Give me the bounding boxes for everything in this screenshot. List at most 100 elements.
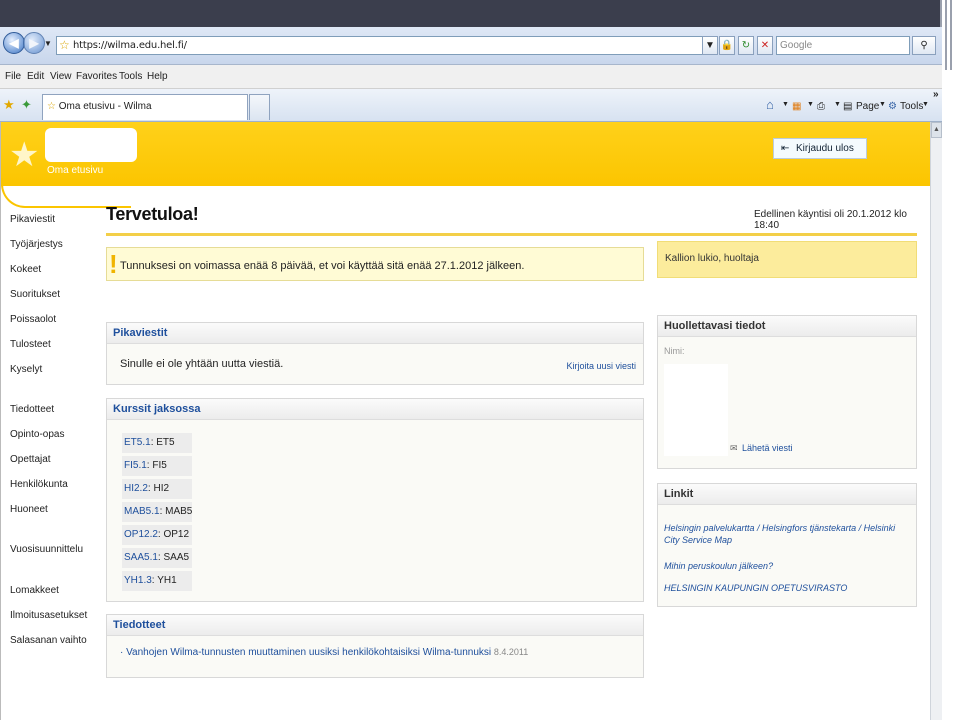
notice-text: Tunnuksesi on voimassa enää 8 päivää, et… [120, 260, 525, 272]
sidebar-item-salasanan-vaihto[interactable]: Salasanan vaihto [10, 635, 87, 646]
course-item: SAA5.1: SAA5 [122, 548, 192, 568]
course-item: ET5.1: ET5 [122, 433, 192, 453]
news-item-date: 8.4.2011 [493, 647, 529, 657]
course-item: FI5.1: FI5 [122, 456, 192, 476]
write-message-link[interactable]: Kirjoita uusi viesti [566, 361, 636, 371]
home-label[interactable]: Oma etusivu [47, 165, 103, 176]
address-bar[interactable]: ☆ https://wilma.edu.hel.fi/ [56, 36, 716, 55]
sidebar-item-poissaolot[interactable]: Poissaolot [10, 314, 56, 325]
link-after-school[interactable]: Mihin peruskoulun jälkeen? [664, 561, 773, 571]
sidebar-item-tiedotteet[interactable]: Tiedotteet [10, 404, 54, 415]
messages-empty-text: Sinulle ei ole yhtään uutta viestiä. [120, 358, 284, 370]
news-item-link[interactable]: Vanhojen Wilma-tunnusten muuttaminen uus… [126, 647, 491, 658]
search-input[interactable]: Google [776, 36, 910, 55]
feeds-dropdown-icon[interactable]: ▼ [807, 101, 814, 108]
user-role-banner: Kallion lukio, huoltaja [657, 241, 917, 278]
course-code[interactable]: OP12.2 [124, 529, 158, 540]
redacted-name [664, 364, 728, 456]
feeds-icon[interactable]: ▦ [792, 101, 801, 112]
guardian-panel: Huollettavasi tiedot Nimi: ✉ Lähetä vies… [657, 315, 917, 469]
tools-dropdown-icon[interactable]: ▼ [922, 101, 929, 108]
course-name: FI5 [152, 460, 167, 471]
print-dropdown-icon[interactable]: ▼ [834, 101, 841, 108]
envelope-icon: ✉ [730, 443, 738, 453]
search-icon[interactable]: ⚲ [912, 36, 936, 55]
course-name: YH1 [157, 575, 177, 586]
slide-top-bar [0, 0, 960, 27]
link-service-map[interactable]: Helsingin palvelukartta / Helsingfors tj… [664, 522, 908, 546]
forward-icon[interactable]: ▶ [23, 32, 45, 54]
course-item: HI2.2: HI2 [122, 479, 192, 499]
account-expiry-notice: ! Tunnuksesi on voimassa enää 8 päivää, … [106, 247, 644, 281]
lock-icon[interactable]: 🔒 [719, 36, 735, 55]
page-menu[interactable]: Page [856, 101, 879, 112]
scroll-up-icon[interactable]: ▲ [931, 122, 942, 138]
warning-icon: ! [109, 249, 118, 279]
courses-panel: Kurssit jaksossa ET5.1: ET5 FI5.1: FI5 H… [106, 398, 644, 602]
course-name: ET5 [156, 437, 175, 448]
course-code[interactable]: ET5.1 [124, 437, 151, 448]
favorites-star-icon[interactable]: ★ [3, 97, 15, 113]
news-title[interactable]: Tiedotteet [107, 615, 643, 636]
menu-edit[interactable]: Edit [27, 71, 44, 82]
sidebar-item-opettajat[interactable]: Opettajat [10, 454, 51, 465]
tab-oma-etusivu[interactable]: ☆ Oma etusivu - Wilma [42, 94, 248, 120]
course-code[interactable]: SAA5.1 [124, 552, 158, 563]
home-icon[interactable]: ⌂ [766, 97, 774, 112]
history-dropdown-icon[interactable]: ▼ [44, 39, 52, 48]
menu-bar: File Edit View Favorites Tools Help [0, 65, 942, 89]
menu-favorites[interactable]: Favorites [76, 71, 117, 82]
menu-file[interactable]: File [5, 71, 21, 82]
print-icon[interactable]: ⎙ [817, 101, 825, 112]
course-code[interactable]: YH1.3 [124, 575, 152, 586]
address-dropdown-icon[interactable]: ▼ [702, 36, 718, 55]
courses-title: Kurssit jaksossa [107, 399, 643, 420]
new-tab-button[interactable] [249, 94, 270, 120]
messages-title[interactable]: Pikaviestit [107, 323, 643, 344]
sidebar-item-kokeet[interactable]: Kokeet [10, 264, 41, 275]
sidebar-item-tyojarjestys[interactable]: Työjärjestys [10, 239, 63, 250]
refresh-icon[interactable]: ↻ [738, 36, 754, 55]
tools-menu[interactable]: Tools [900, 101, 923, 112]
menu-view[interactable]: View [50, 71, 72, 82]
home-dropdown-icon[interactable]: ▼ [782, 101, 789, 108]
sidebar-item-suoritukset[interactable]: Suoritukset [10, 289, 60, 300]
add-favorite-icon[interactable]: ✦ [21, 97, 32, 113]
course-item: OP12.2: OP12 [122, 525, 192, 545]
sidebar-item-vuosisuunnittelu[interactable]: Vuosisuunnittelu [10, 544, 83, 555]
logout-button[interactable]: ⇤ Kirjaudu ulos [773, 138, 867, 159]
sidebar-item-huoneet[interactable]: Huoneet [10, 504, 48, 515]
link-education-office[interactable]: HELSINGIN KAUPUNGIN OPETUSVIRASTO [664, 583, 847, 593]
last-visit-text: Edellinen käyntisi oli 20.1.2012 klo 18:… [754, 209, 907, 231]
menu-tools[interactable]: Tools [119, 71, 142, 82]
menu-help[interactable]: Help [147, 71, 168, 82]
stop-icon[interactable]: ✕ [757, 36, 773, 55]
browser-window: ◀ ▶ ▼ ☆ https://wilma.edu.hel.fi/ ▼ 🔒 ↻ … [0, 27, 942, 720]
address-url: https://wilma.edu.hel.fi/ [73, 40, 187, 51]
tab-title: Oma etusivu - Wilma [58, 101, 152, 112]
sidebar-item-tulosteet[interactable]: Tulosteet [10, 339, 51, 350]
course-item: YH1.3: YH1 [122, 571, 192, 591]
back-icon[interactable]: ◀ [3, 32, 25, 54]
sidebar-item-lomakkeet[interactable]: Lomakkeet [10, 585, 59, 596]
course-code[interactable]: HI2.2 [124, 483, 148, 494]
tab-bar: ★ ✦ ☆ Oma etusivu - Wilma ⌂ ▼ ▦ ▼ ⎙ ▼ ▤ … [0, 89, 942, 122]
sidebar-item-ilmoitusasetukset[interactable]: Ilmoitusasetukset [10, 610, 87, 621]
more-commands-icon[interactable]: » [933, 89, 939, 100]
send-message-link[interactable]: Lähetä viesti [742, 443, 793, 453]
sidebar-item-opinto-opas[interactable]: Opinto-opas [10, 429, 64, 440]
wilma-star-logo-icon: ★ [9, 136, 40, 174]
course-code[interactable]: FI5.1 [124, 460, 147, 471]
sidebar-item-henkilokunta[interactable]: Henkilökunta [10, 479, 68, 490]
course-item: MAB5.1: MAB5 [122, 502, 192, 522]
course-name: MAB5 [165, 506, 193, 517]
page-scrollbar[interactable]: ▲ [930, 122, 942, 720]
course-code[interactable]: MAB5.1 [124, 506, 160, 517]
course-name: HI2 [153, 483, 170, 494]
sidebar-item-pikaviestit[interactable]: Pikaviestit [10, 214, 55, 225]
address-toolbar: ◀ ▶ ▼ ☆ https://wilma.edu.hel.fi/ ▼ 🔒 ↻ … [0, 27, 942, 65]
page-title: Tervetuloa! [106, 204, 199, 224]
page-dropdown-icon[interactable]: ▼ [879, 101, 886, 108]
guardian-title: Huollettavasi tiedot [658, 316, 916, 337]
sidebar-item-kyselyt[interactable]: Kyselyt [10, 364, 42, 375]
